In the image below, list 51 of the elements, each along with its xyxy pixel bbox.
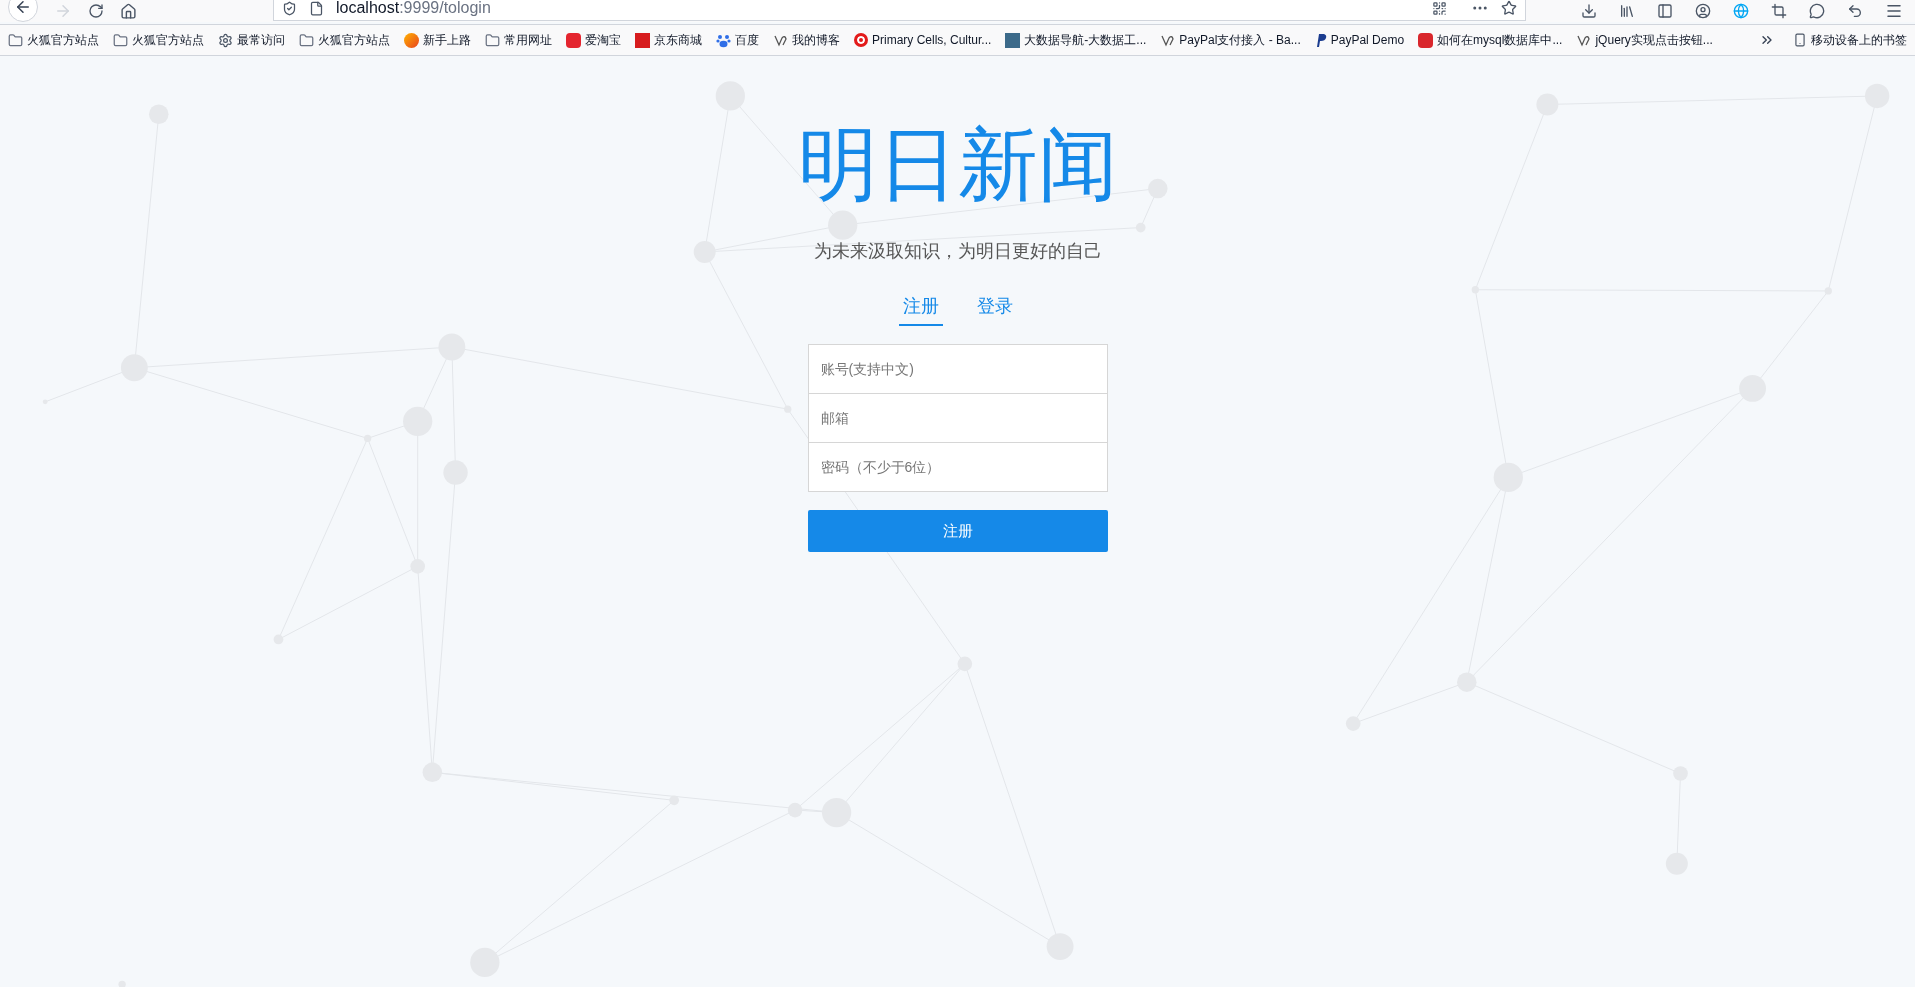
- url-text: localhost:9999/tologin: [336, 0, 491, 18]
- menu-icon[interactable]: [1885, 2, 1903, 20]
- library-icon[interactable]: [1619, 3, 1635, 19]
- bookmark-link[interactable]: PayPal Demo: [1314, 31, 1405, 49]
- site-title: 明日新闻: [797, 120, 1118, 210]
- bookmark-link[interactable]: 最常访问: [218, 31, 285, 49]
- sidebar-icon[interactable]: [1657, 3, 1673, 19]
- star-icon[interactable]: [1501, 0, 1517, 16]
- back-button[interactable]: [8, 0, 38, 22]
- tagline: 为未来汲取知识，为明日更好的自己: [813, 240, 1102, 263]
- home-icon[interactable]: [120, 2, 137, 20]
- address-bar[interactable]: localhost:9999/tologin: [273, 0, 1526, 21]
- crop-icon[interactable]: [1771, 3, 1787, 19]
- bookmark-link[interactable]: 京东商城: [635, 31, 702, 49]
- gear-icon: [218, 32, 233, 48]
- input-field[interactable]: 密码（不少于6位）: [807, 442, 1108, 492]
- bookmark-link[interactable]: 我的博客: [773, 31, 840, 49]
- folder-icon: [8, 32, 23, 48]
- download-icon[interactable]: [1581, 3, 1597, 19]
- undo-icon[interactable]: [1847, 3, 1863, 19]
- paypal-icon: [1314, 32, 1327, 48]
- folder-icon: [299, 32, 314, 48]
- shield-icon: [282, 0, 297, 16]
- bookmark-link[interactable]: 火狐官方站点: [8, 31, 99, 49]
- bookmark-link[interactable]: 百度: [716, 31, 759, 49]
- page-icon: [309, 0, 324, 16]
- square-icon: [635, 32, 650, 48]
- bookmark-link[interactable]: jQuery实现点击按钮...: [1576, 31, 1713, 49]
- bookmark-link[interactable]: 火狐官方站点: [113, 31, 204, 49]
- folder-icon: [485, 32, 500, 48]
- mobile-bookmarks-link[interactable]: 移动设备上的书签: [1793, 31, 1907, 49]
- phone-icon: [1793, 33, 1807, 47]
- bookmark-link[interactable]: 火狐官方站点: [299, 31, 390, 49]
- bookmark-link[interactable]: 大数据导航-大数据工...: [1005, 31, 1147, 49]
- bookmark-link[interactable]: 爱淘宝: [566, 31, 621, 49]
- bookmark-link[interactable]: PayPal支付接入 - Ba...: [1160, 31, 1301, 49]
- register-button[interactable]: 注册: [807, 510, 1108, 552]
- bookmark-link[interactable]: 新手上路: [404, 31, 471, 49]
- bookmark-link[interactable]: 常用网址: [485, 31, 552, 49]
- input-field[interactable]: 邮箱: [807, 393, 1108, 443]
- bookmark-link[interactable]: 如何在mysql数据库中...: [1418, 31, 1563, 49]
- reload-icon[interactable]: [88, 3, 104, 19]
- qr-code-icon[interactable]: [1432, 0, 1447, 16]
- form-tab[interactable]: 登录: [972, 293, 1017, 326]
- folder-icon: [113, 32, 128, 48]
- account-icon[interactable]: [1695, 3, 1711, 19]
- input-field[interactable]: 账号(支持中文): [807, 344, 1108, 394]
- form-tab[interactable]: 注册: [898, 293, 943, 326]
- bookmark-link[interactable]: Primary Cells, Cultur...: [854, 31, 992, 49]
- paw-icon: [716, 32, 731, 48]
- chat-icon[interactable]: [1809, 3, 1825, 19]
